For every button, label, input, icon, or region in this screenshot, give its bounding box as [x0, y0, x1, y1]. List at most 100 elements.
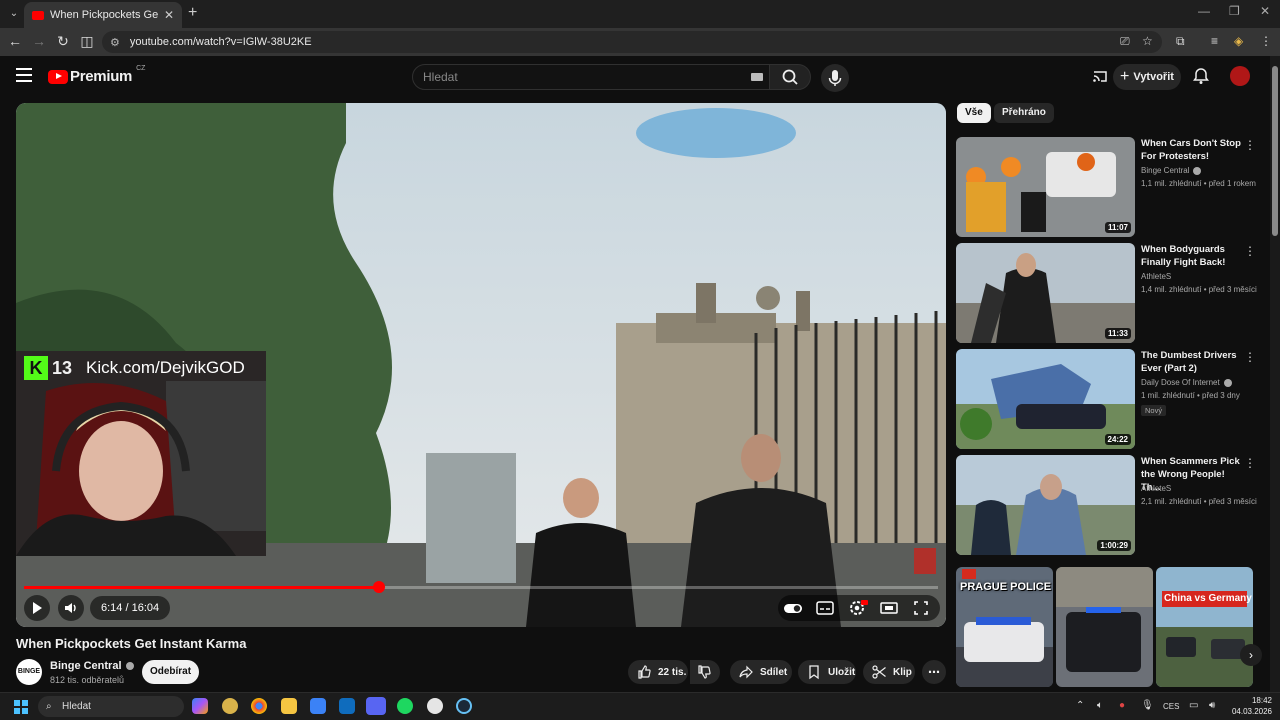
tab-search-icon[interactable]: ⌄ — [6, 6, 22, 22]
voice-search-button[interactable] — [821, 64, 849, 92]
tab-title: When Pickpockets Get Instant Karma — [50, 9, 158, 21]
extensions-icon[interactable]: ⧉ — [1176, 34, 1185, 49]
recommendation-thumbnail[interactable]: 1:00:29 — [956, 455, 1135, 555]
more-options-icon[interactable]: ⋮ — [1244, 457, 1256, 469]
install-app-icon[interactable]: ⎚ — [1120, 34, 1130, 49]
channel-avatar[interactable]: BINGE — [16, 659, 42, 685]
reload-icon[interactable]: ↻ — [54, 33, 72, 50]
scrollbar-thumb[interactable] — [1272, 66, 1278, 236]
more-options-icon[interactable]: ⋮ — [1244, 245, 1256, 257]
kick-logo: K — [24, 356, 48, 380]
browser-tab[interactable]: When Pickpockets Get Instant Karma ✕ — [24, 2, 182, 28]
play-button[interactable] — [24, 595, 50, 621]
microsoft-store-icon[interactable] — [310, 698, 326, 714]
close-window-icon[interactable]: ✕ — [1260, 4, 1270, 18]
speaker-icon[interactable]: 🔈︎ — [1097, 700, 1103, 711]
hamburger-menu-icon[interactable] — [16, 68, 32, 82]
save-button[interactable]: Uložit — [798, 660, 856, 684]
split-view-icon[interactable]: ◫ — [78, 33, 96, 50]
windows-start-icon[interactable] — [14, 700, 28, 714]
tray-app-icon[interactable]: ● — [1119, 700, 1125, 711]
account-avatar[interactable] — [1230, 66, 1250, 86]
minimize-icon[interactable]: — — [1198, 4, 1210, 18]
chip-watched[interactable]: Přehráno — [994, 103, 1054, 123]
new-tab-icon[interactable]: + — [188, 4, 197, 22]
video-progress-bar[interactable] — [24, 581, 938, 593]
more-actions-icon[interactable]: ⋯ — [922, 660, 946, 684]
close-tab-icon[interactable]: ✕ — [164, 8, 174, 22]
chrome-icon[interactable] — [251, 698, 267, 714]
shorts-item[interactable]: PRAGUE POLICE — [956, 567, 1053, 687]
recommendation-item[interactable]: 1:00:29 When Scammers Pick the Wrong Peo… — [956, 455, 1257, 555]
more-options-icon[interactable]: ⋮ — [1244, 351, 1256, 363]
bookmark-star-icon[interactable]: ☆ — [1142, 34, 1153, 48]
volume-button[interactable] — [58, 595, 84, 621]
reading-list-icon[interactable]: ≡ — [1211, 34, 1218, 48]
recommendation-channel-name: Daily Dose Of Internet — [1141, 378, 1220, 387]
recommendation-item[interactable]: 11:07 When Cars Don't Stop For Protester… — [956, 137, 1256, 237]
overlay-url: Kick.com/DejvikGOD — [86, 358, 245, 377]
share-icon — [739, 665, 753, 679]
subscribe-button[interactable]: Odebírat — [142, 660, 199, 684]
youtube-favicon-icon — [32, 10, 44, 20]
back-icon[interactable]: ← — [6, 33, 24, 49]
url-text: youtube.com/watch?v=IGlW-38U2KE — [129, 36, 312, 48]
fullscreen-icon[interactable] — [908, 595, 934, 621]
settings-gear-icon[interactable] — [844, 595, 870, 621]
keyboard-icon[interactable] — [751, 73, 763, 81]
recommendation-thumbnail[interactable]: 24:22 — [956, 349, 1135, 449]
chip-all[interactable]: Vše — [957, 103, 991, 123]
dislike-button[interactable] — [690, 660, 720, 684]
copilot-icon[interactable] — [192, 698, 208, 714]
mail-icon[interactable] — [339, 698, 355, 714]
address-bar[interactable]: ⚙ youtube.com/watch?v=IGlW-38U2KE — [102, 31, 1162, 53]
recommendation-thumbnail[interactable]: 11:07 — [956, 137, 1135, 237]
channel-name[interactable]: Binge Central — [50, 660, 134, 672]
browser-menu-icon[interactable]: ⋮ — [1260, 34, 1272, 48]
subtitles-icon[interactable] — [812, 595, 838, 621]
recommendation-item[interactable]: 11:33 When Bodyguards Finally Fight Back… — [956, 243, 1257, 343]
share-button[interactable]: Sdílet — [730, 660, 792, 684]
like-button[interactable]: 22 tis. — [628, 660, 688, 684]
recommendation-meta: 1,1 mil. zhlédnutí • před 1 rokem — [1141, 179, 1256, 188]
discord-icon[interactable] — [366, 697, 386, 715]
cast-icon[interactable] — [1092, 68, 1108, 84]
search-input[interactable]: Hledat — [412, 64, 770, 90]
tray-overflow-icon[interactable]: ⌃ — [1076, 700, 1084, 711]
shorts-item[interactable]: China vs Germany — [1156, 567, 1253, 687]
page-scrollbar[interactable] — [1270, 56, 1280, 692]
youtube-premium-logo[interactable]: Premium CZ — [48, 65, 145, 85]
volume-tray-icon[interactable]: 🔊︎ — [1209, 700, 1215, 711]
progress-scrubber-handle[interactable] — [372, 581, 385, 593]
more-options-icon[interactable]: ⋮ — [1244, 139, 1256, 151]
search-button[interactable] — [769, 64, 811, 90]
network-icon[interactable]: ▭ — [1189, 700, 1198, 711]
shelf-next-arrow-icon[interactable]: › — [1240, 644, 1262, 666]
recommendation-title[interactable]: When Cars Don't Stop For Protesters! — [1141, 137, 1246, 163]
taskbar-clock[interactable]: 18:42 04.03.2026 — [1228, 695, 1272, 717]
video-player[interactable]: K 13 Kick.com/DejvikGOD — [16, 103, 946, 627]
recommendation-title[interactable]: The Dumbest Drivers Ever (Part 2) — [1141, 349, 1246, 375]
file-explorer-icon[interactable] — [281, 698, 297, 714]
clip-button[interactable]: Klip — [863, 660, 915, 684]
notifications-bell-icon[interactable] — [1192, 67, 1210, 85]
spotify-icon[interactable] — [397, 698, 413, 714]
shorts-item[interactable] — [1056, 567, 1153, 687]
recommendation-thumbnail[interactable]: 11:33 — [956, 243, 1135, 343]
settings-icon[interactable] — [427, 698, 443, 714]
recommendation-item[interactable]: 24:22 The Dumbest Drivers Ever (Part 2) … — [956, 349, 1256, 449]
restore-icon[interactable]: ❐ — [1229, 4, 1240, 18]
create-button[interactable]: + Vytvořit — [1113, 64, 1181, 90]
save-label: Uložit — [828, 666, 856, 678]
theater-mode-icon[interactable] — [876, 595, 902, 621]
recommendation-title[interactable]: When Bodyguards Finally Fight Back! — [1141, 243, 1246, 269]
input-language[interactable]: CES — [1163, 702, 1179, 711]
tray-mic-icon[interactable]: 🎙︎ — [1141, 700, 1154, 711]
site-info-icon[interactable]: ⚙ — [110, 36, 120, 49]
app-icon[interactable] — [222, 698, 238, 714]
forward-icon[interactable]: → — [30, 33, 48, 49]
autoplay-toggle-icon[interactable] — [780, 595, 806, 621]
steam-icon[interactable] — [456, 698, 472, 714]
taskbar-search[interactable]: ⌕ Hledat — [38, 696, 184, 717]
profile-shield-icon[interactable]: ◈ — [1234, 34, 1243, 48]
